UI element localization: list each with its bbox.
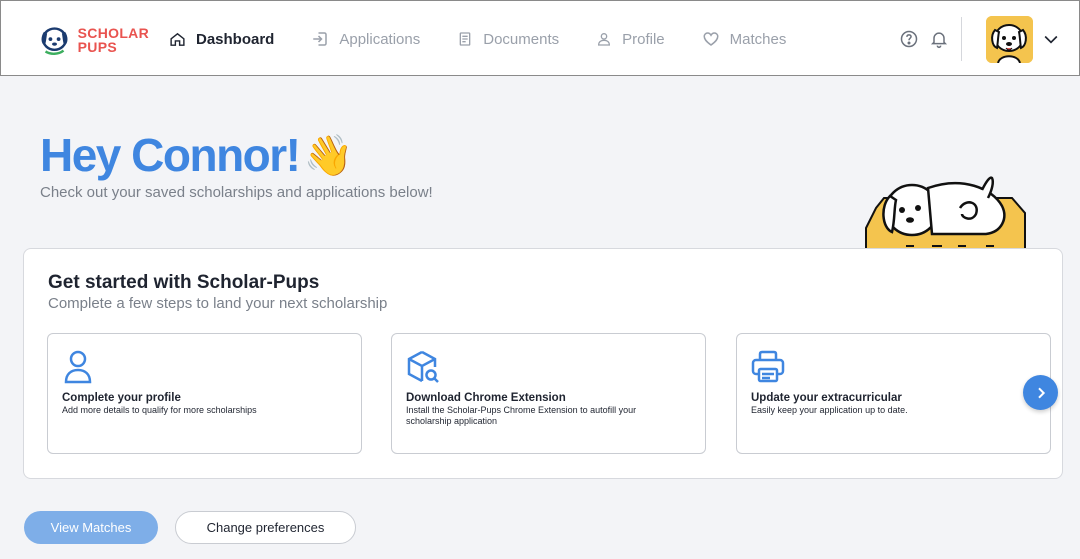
nav-documents[interactable]: Documents	[457, 31, 559, 48]
waving-hand-icon: 👋	[303, 133, 354, 178]
chevron-down-icon[interactable]	[1041, 29, 1061, 49]
heart-icon	[703, 32, 719, 46]
nav-applications[interactable]: Applications	[311, 30, 420, 48]
brand-line-1: SCHOLAR	[77, 25, 149, 41]
sign-in-icon	[313, 32, 328, 46]
brand-line-2: PUPS	[77, 39, 117, 55]
dog-logo-icon	[41, 27, 68, 56]
step-description: Easily keep your application up to date.	[751, 405, 908, 415]
page-subtitle: Check out your saved scholarships and ap…	[40, 184, 433, 201]
home-icon	[170, 32, 185, 46]
nav-documents-label: Documents	[483, 30, 560, 48]
user-icon	[598, 33, 611, 46]
help-icon[interactable]	[899, 29, 919, 49]
brand-name: SCHOLAR PUPS	[78, 26, 149, 54]
step-title: Update your extracurricular	[751, 392, 902, 404]
header-actions	[899, 29, 949, 49]
change-preferences-button[interactable]: Change preferences	[175, 511, 356, 544]
logo[interactable]: SCHOLAR PUPS	[39, 19, 149, 61]
view-matches-button[interactable]: View Matches	[24, 511, 158, 544]
dog-avatar-icon	[986, 16, 1033, 63]
top-nav-bar: SCHOLAR PUPS Dashboard Applications Docu…	[0, 0, 1080, 76]
sleeping-dog-illustration	[865, 176, 1026, 250]
page-title: Hey Connor! 👋	[40, 128, 353, 182]
avatar[interactable]	[986, 16, 1033, 63]
step-card-chrome-extension[interactable]: Download Chrome Extension Install the Sc…	[391, 333, 706, 454]
nav-matches-label: Matches	[729, 30, 787, 48]
user-icon	[64, 350, 92, 384]
nav-dashboard[interactable]: Dashboard	[169, 31, 274, 48]
bell-icon[interactable]	[929, 29, 949, 49]
header-divider	[961, 17, 962, 61]
step-card-profile[interactable]: Complete your profile Add more details t…	[47, 333, 362, 454]
nav-matches[interactable]: Matches	[702, 30, 787, 48]
nav-profile-label: Profile	[622, 30, 665, 48]
nav-profile[interactable]: Profile	[596, 31, 665, 48]
step-description: Install the Scholar-Pups Chrome Extensio…	[406, 405, 637, 426]
printer-icon	[751, 350, 785, 383]
get-started-card: Get started with Scholar-Pups Complete a…	[23, 248, 1063, 479]
main-nav: Dashboard Applications Documents Profile…	[169, 1, 823, 77]
get-started-subtitle: Complete a few steps to land your next s…	[48, 295, 388, 312]
nav-applications-label: Applications	[339, 30, 421, 48]
step-title: Download Chrome Extension	[406, 392, 566, 404]
nav-dashboard-label: Dashboard	[196, 30, 275, 48]
greeting-title: Hey Connor!	[40, 129, 301, 181]
box-search-icon	[407, 350, 439, 383]
step-card-extracurricular[interactable]: Update your extracurricular Easily keep …	[736, 333, 1051, 454]
carousel-next-button[interactable]	[1023, 375, 1058, 410]
document-icon	[459, 32, 471, 46]
step-description: Add more details to qualify for more sch…	[62, 405, 257, 415]
get-started-title: Get started with Scholar-Pups	[48, 272, 320, 293]
step-title: Complete your profile	[62, 392, 181, 404]
chevron-right-icon	[1037, 387, 1045, 398]
